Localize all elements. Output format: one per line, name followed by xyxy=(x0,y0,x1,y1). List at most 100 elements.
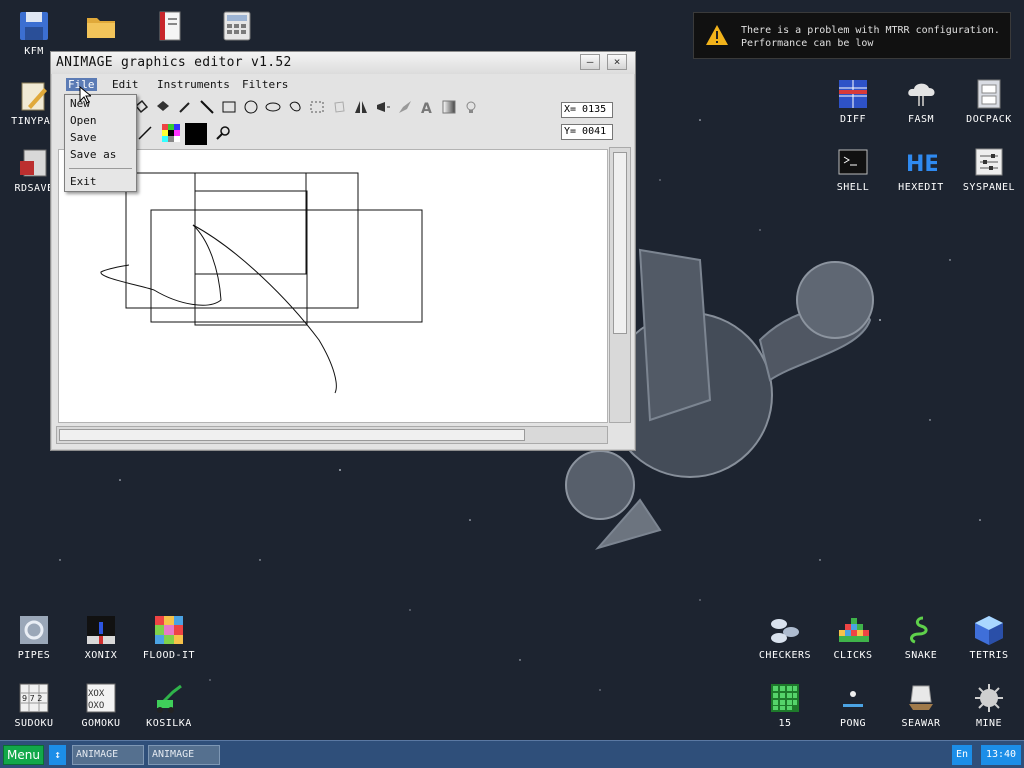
brush-icon xyxy=(399,101,411,113)
horizontal-scroll-thumb[interactable] xyxy=(59,429,525,441)
fill-tool[interactable] xyxy=(153,97,173,117)
desktop-icon-15[interactable]: 15 xyxy=(753,682,817,729)
gradient-icon xyxy=(442,100,456,114)
desktop-icon-checkers[interactable]: CHECKERS xyxy=(753,614,817,661)
close-button[interactable]: × xyxy=(607,54,627,70)
window-title: ANIMAGE graphics editor v1.52 xyxy=(56,55,292,70)
system-clock[interactable]: 13:40 xyxy=(981,745,1021,765)
icon-label: CHECKERS xyxy=(758,650,812,661)
canvas-drawing xyxy=(100,172,423,394)
desktop-icon-pipes[interactable]: PIPES xyxy=(2,614,66,661)
desktop-icon-tetris[interactable]: TETRIS xyxy=(957,614,1021,661)
file-menu-open[interactable]: Open xyxy=(70,114,97,127)
calculator-icon xyxy=(223,11,251,41)
desktop-icon-xonix[interactable]: XONIX xyxy=(69,614,133,661)
menu-edit[interactable]: Edit xyxy=(110,78,141,91)
circle-tool[interactable] xyxy=(241,97,261,117)
pipette-tool[interactable] xyxy=(175,97,195,117)
circle-icon xyxy=(244,100,258,114)
desktop-icon-sudoku[interactable]: 9 7 2 SUDOKU xyxy=(2,682,66,729)
lasso-tool[interactable] xyxy=(329,97,349,117)
menu-instruments[interactable]: Instruments xyxy=(155,78,232,91)
folder-icon xyxy=(87,18,115,38)
vertical-scrollbar[interactable] xyxy=(609,147,631,423)
svg-text:HE: HE xyxy=(906,152,937,177)
gomoku-icon: XOX OXO xyxy=(86,683,116,713)
light-tool[interactable] xyxy=(461,97,481,117)
line-tool[interactable] xyxy=(197,97,217,117)
keyboard-language-indicator[interactable]: En xyxy=(952,745,972,765)
window-titlebar[interactable]: ANIMAGE graphics editor v1.52 — × xyxy=(51,52,635,74)
icon-label: GOMOKU xyxy=(81,718,121,729)
brush-tool[interactable] xyxy=(395,97,415,117)
desktop-icon-shell[interactable]: SHELL xyxy=(821,146,885,193)
desktop-icon-mine[interactable]: MINE xyxy=(957,682,1021,729)
taskbar-item-animage-2[interactable]: ANIMAGE xyxy=(148,745,220,765)
current-color-swatch[interactable] xyxy=(185,123,207,145)
ellipse-icon xyxy=(265,102,281,112)
tetris-cube-icon xyxy=(975,616,1003,645)
desktop-icon-diff[interactable]: DIFF xyxy=(821,78,885,125)
vertical-scroll-thumb[interactable] xyxy=(613,152,627,334)
switch-windows-button[interactable]: ↕ xyxy=(49,745,66,765)
disk-save-icon xyxy=(20,149,47,177)
notification-line-1: There is a problem with MTRR configurati… xyxy=(741,25,1000,36)
start-menu-button[interactable]: Menu xyxy=(3,745,44,765)
pencil-tool[interactable] xyxy=(135,123,155,143)
desktop-icon-fasm[interactable]: FASM xyxy=(889,78,953,125)
file-menu-save[interactable]: Save xyxy=(70,131,97,144)
lightbulb-icon xyxy=(466,101,476,113)
taskbar-item-animage-1[interactable]: ANIMAGE xyxy=(72,745,144,765)
palette-button[interactable] xyxy=(161,123,181,143)
desktop-icon-book[interactable] xyxy=(137,10,201,42)
desktop-icon-snake[interactable]: SNAKE xyxy=(889,614,953,661)
minimize-button[interactable]: — xyxy=(580,54,600,70)
freeform-tool[interactable] xyxy=(285,97,305,117)
spray-tool[interactable] xyxy=(373,97,393,117)
line-icon xyxy=(200,100,214,114)
file-menu-save-as[interactable]: Save as xyxy=(70,148,116,161)
mouse-cursor-icon xyxy=(79,86,91,104)
select-tool[interactable] xyxy=(307,97,327,117)
mtrr-warning-notification[interactable]: There is a problem with MTRR configurati… xyxy=(693,12,1011,59)
flip-icon xyxy=(355,101,367,113)
desktop-icon-kfm[interactable]: KFM xyxy=(2,10,66,57)
menu-bar: File Edit Instruments Filters xyxy=(51,76,635,94)
rectangle-tool[interactable] xyxy=(219,97,239,117)
pipette-icon xyxy=(179,102,190,113)
hexedit-icon: HE xyxy=(906,152,937,177)
desktop-icon-pong[interactable]: PONG xyxy=(821,682,885,729)
file-menu-exit[interactable]: Exit xyxy=(70,175,97,188)
desktop-icon-syspanel[interactable]: SYSPANEL xyxy=(957,146,1021,193)
desktop-icon-flood-it[interactable]: FLOOD-IT xyxy=(137,614,201,661)
icon-label: MINE xyxy=(975,718,1003,729)
icon-label: TETRIS xyxy=(969,650,1009,661)
desktop-icon-folder[interactable] xyxy=(69,10,133,42)
gradient-tool[interactable] xyxy=(439,97,459,117)
fifteen-puzzle-icon xyxy=(771,684,799,712)
desktop-icon-kosilka[interactable]: KOSILKA xyxy=(137,682,201,729)
icon-label: DIFF xyxy=(839,114,867,125)
desktop-icon-clicks[interactable]: CLICKS xyxy=(821,614,885,661)
icon-label: SNAKE xyxy=(904,650,938,661)
checkers-icon xyxy=(771,619,799,643)
selection-icon xyxy=(310,101,324,113)
desktop-icon-gomoku[interactable]: XOX OXO GOMOKU xyxy=(69,682,133,729)
desktop-icon-calculator[interactable] xyxy=(205,10,269,42)
xonix-icon xyxy=(87,616,115,644)
drawing-canvas[interactable] xyxy=(58,149,608,423)
desktop-icon-docpack[interactable]: DOCPACK xyxy=(957,78,1021,125)
pong-icon xyxy=(843,691,863,707)
floppy-disk-icon xyxy=(20,12,48,40)
sliders-icon xyxy=(975,148,1003,176)
ellipse-tool[interactable] xyxy=(263,97,283,117)
text-tool[interactable]: A xyxy=(417,97,437,117)
desktop-icon-hexedit[interactable]: HE HEXEDIT xyxy=(889,146,953,193)
desktop-icon-seawar[interactable]: SEAWAR xyxy=(889,682,953,729)
menu-filters[interactable]: Filters xyxy=(240,78,290,91)
zoom-tool[interactable] xyxy=(213,123,233,143)
flip-tool[interactable] xyxy=(351,97,371,117)
svg-text:A: A xyxy=(421,101,432,115)
horizontal-scrollbar[interactable] xyxy=(56,426,608,444)
notification-line-2: Performance can be low xyxy=(741,38,874,49)
